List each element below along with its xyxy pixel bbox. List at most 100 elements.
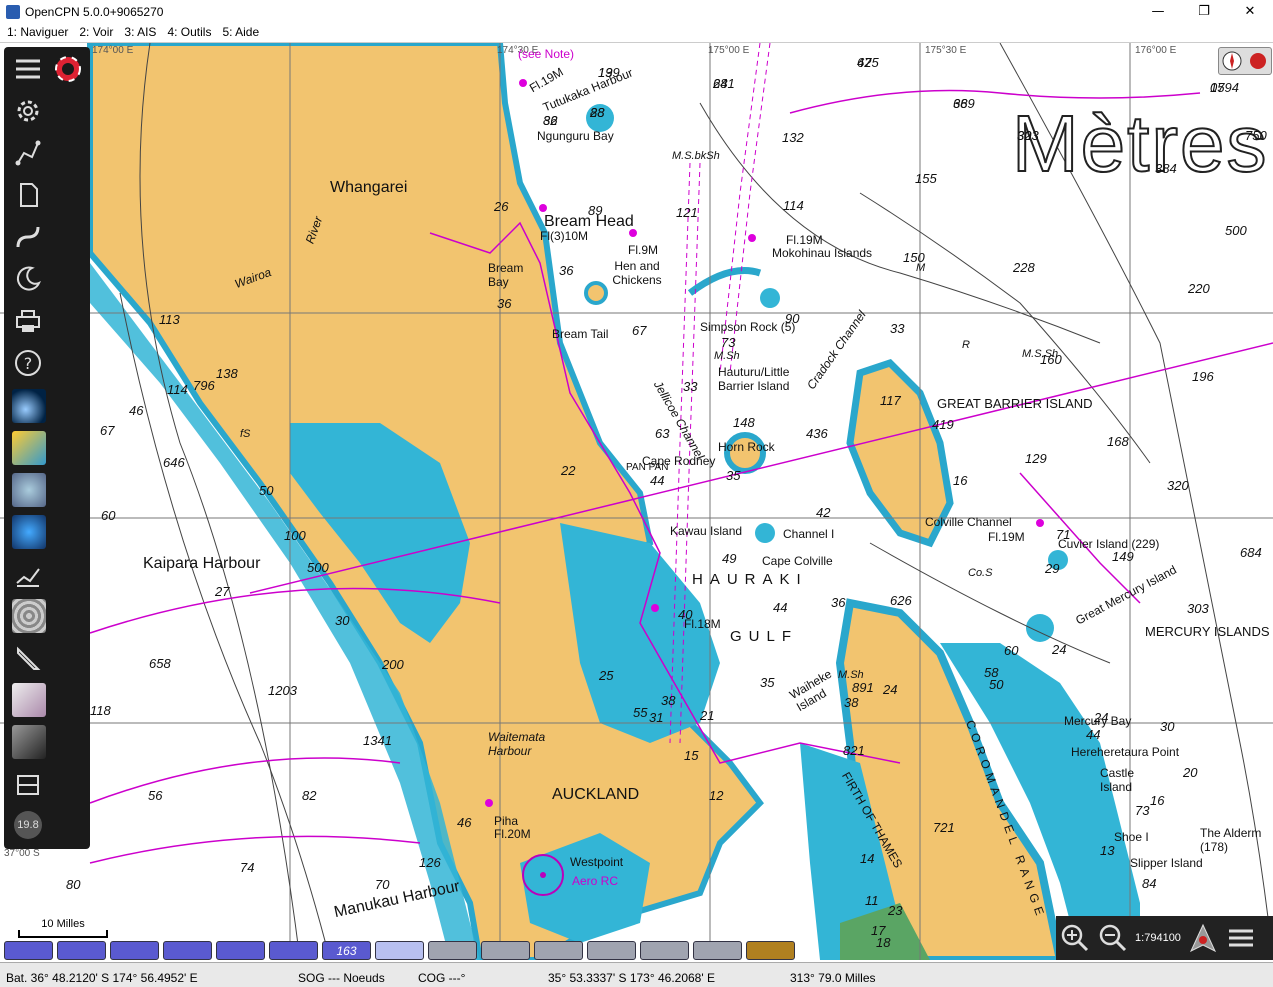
depth-sounding: 50	[989, 677, 1004, 692]
graticule-top-label: 175°30 E	[925, 45, 967, 56]
seabed-quality: M.Sh	[838, 669, 864, 681]
follow-toggle-button[interactable]	[1184, 919, 1222, 957]
place-label: Slipper Island	[1130, 856, 1203, 870]
gear-icon	[17, 100, 39, 122]
piano-key[interactable]	[375, 941, 424, 960]
depth-sounding: 27	[215, 584, 230, 599]
plugin-weather-button[interactable]	[12, 431, 46, 465]
depth-sounding: 320	[1167, 478, 1189, 493]
route-manager-button[interactable]	[12, 179, 44, 211]
depth-sounding: 113	[159, 312, 180, 327]
depth-sounding: 500	[307, 560, 329, 575]
depth-sounding: 14	[860, 851, 875, 866]
piano-key[interactable]	[587, 941, 636, 960]
menu-voir[interactable]: 2: Voir	[72, 23, 117, 42]
depth-sounding: 18	[876, 935, 891, 950]
zoom-in-button[interactable]	[1056, 919, 1094, 957]
menu-aide[interactable]: 5: Aide	[215, 23, 263, 42]
menu-button[interactable]	[12, 53, 44, 85]
depth-sounding: 90	[785, 311, 800, 326]
tides-button[interactable]	[12, 263, 44, 295]
depth-sounding: 71	[1056, 527, 1071, 542]
place-label: Hen and Chickens	[612, 259, 662, 287]
piano-key[interactable]	[57, 941, 106, 960]
menu-ais[interactable]: 3: AIS	[117, 23, 160, 42]
piano-key[interactable]	[110, 941, 159, 960]
depth-sounding: 228	[1013, 260, 1035, 275]
print-icon	[16, 310, 40, 332]
depth-sounding: 303	[1187, 601, 1209, 616]
track-icon	[16, 226, 40, 248]
depth-sounding: 36	[831, 595, 846, 610]
depth-sounding: 42	[816, 505, 831, 520]
depth-sounding: 26	[494, 199, 509, 214]
settings-button[interactable]	[12, 95, 44, 127]
depth-sounding: 658	[149, 656, 171, 671]
place-label: (see Note)	[518, 47, 575, 61]
place-label: Channel I	[783, 527, 835, 541]
menu-icon	[16, 59, 40, 79]
piano-key[interactable]	[4, 941, 53, 960]
depth-sounding: 31	[649, 710, 664, 725]
piano-key[interactable]	[428, 941, 477, 960]
chart-menu-button[interactable]	[1222, 919, 1260, 957]
menu-naviguer[interactable]: 1: Naviguer	[0, 23, 72, 42]
plugin-dashboard-button[interactable]	[12, 769, 44, 801]
print-button[interactable]	[12, 305, 44, 337]
depth-sounding: 891	[852, 680, 874, 695]
minimize-button[interactable]: —	[1135, 0, 1181, 23]
plugin-polar-button[interactable]	[12, 683, 46, 717]
depth-sounding: 16	[1150, 793, 1165, 808]
piano-key[interactable]	[746, 941, 795, 960]
place-label: GULF	[730, 628, 799, 645]
piano-key[interactable]	[534, 941, 583, 960]
piano-key[interactable]	[163, 941, 212, 960]
measure-button[interactable]	[12, 643, 44, 675]
plugin-grib-button[interactable]	[12, 473, 46, 507]
place-label: MERCURY ISLANDS	[1145, 624, 1270, 639]
depth-sounding: 11	[865, 893, 879, 908]
mob-button[interactable]	[52, 53, 84, 85]
depth-sounding: 15	[684, 748, 699, 763]
plugin-watchdog-button[interactable]	[12, 725, 46, 759]
seabed-quality: R	[962, 339, 970, 351]
maximize-button[interactable]: ❐	[1181, 0, 1227, 23]
plugin-isobar-button[interactable]	[12, 599, 46, 633]
piano-key[interactable]: 163	[322, 941, 371, 960]
place-label: Ngunguru Bay	[537, 129, 614, 143]
counter-button[interactable]: 19.8	[12, 809, 44, 841]
route-button[interactable]	[12, 137, 44, 169]
depth-unit-overlay: Mètres	[1011, 98, 1269, 189]
place-label: Cuvier Island (229)	[1058, 537, 1160, 551]
depth-sounding: 82	[302, 788, 317, 803]
piano-key[interactable]	[640, 941, 689, 960]
piano-key[interactable]	[693, 941, 742, 960]
track-button[interactable]	[12, 221, 44, 253]
plugin-globe-button[interactable]	[12, 515, 46, 549]
place-label: AUCKLAND	[552, 786, 640, 803]
menu-bar: 1: Naviguer 2: Voir 3: AIS 4: Outils 5: …	[0, 23, 1273, 43]
plugin-chartdl-button[interactable]	[12, 559, 44, 591]
piano-key[interactable]	[481, 941, 530, 960]
depth-sounding: 07	[1210, 80, 1225, 95]
compass-icon	[1222, 51, 1242, 71]
place-label: Hereheretaura Point	[1071, 745, 1180, 759]
menu-outils[interactable]: 4: Outils	[160, 23, 215, 42]
depth-sounding: 84	[1142, 876, 1157, 891]
compass-widget[interactable]	[1218, 47, 1272, 75]
piano-key[interactable]	[269, 941, 318, 960]
depth-sounding: 100	[284, 528, 306, 543]
plugin-earth-button[interactable]	[12, 389, 46, 423]
place-label: Waitemata Harbour	[488, 730, 546, 758]
depth-sounding: 29	[1045, 561, 1060, 576]
chart-canvas[interactable]: Mètres 174°00 E 174°30 E 175°00 E 175°30…	[0, 43, 1273, 960]
help-button[interactable]: ?	[12, 347, 44, 379]
depth-sounding: 89	[588, 203, 603, 218]
close-button[interactable]: ✕	[1227, 0, 1273, 23]
piano-key[interactable]	[216, 941, 265, 960]
place-label: Horn Rock	[718, 440, 775, 454]
depth-sounding: 46	[457, 815, 472, 830]
zoom-out-button[interactable]	[1094, 919, 1132, 957]
depth-sounding: 121	[676, 205, 698, 220]
depth-sounding: 646	[163, 455, 185, 470]
